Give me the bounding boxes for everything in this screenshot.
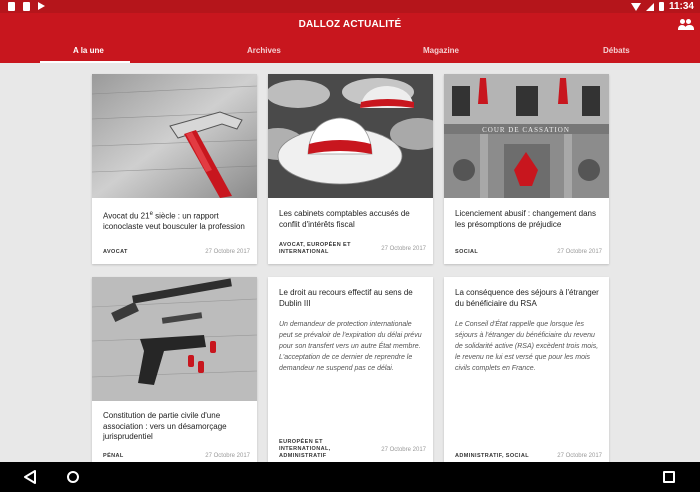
home-icon[interactable] [67, 471, 79, 483]
article-title[interactable]: Constitution de partie civile d'une asso… [103, 411, 251, 443]
back-icon[interactable] [23, 470, 37, 484]
article-title[interactable]: La conséquence des séjours à l'étranger … [455, 288, 603, 309]
article-tag[interactable]: PÉNAL [103, 453, 193, 460]
notification-icon [8, 2, 15, 11]
article-image-cour-de-cassation: COUR DE CASSATION [444, 74, 609, 198]
article-date: 27 Octobre 2017 [381, 246, 426, 252]
status-bar: 11:34 [0, 0, 700, 13]
article-image-gun [92, 277, 257, 401]
article-image-hats [268, 74, 433, 198]
play-store-icon [38, 2, 45, 10]
article-date: 27 Octobre 2017 [557, 249, 602, 255]
article-tag[interactable]: SOCIAL [455, 249, 545, 256]
article-card[interactable]: Les cabinets comptables accusés de confl… [268, 74, 433, 264]
battery-icon [658, 2, 664, 11]
wifi-icon [630, 2, 641, 11]
signal-icon [645, 2, 654, 11]
article-date: 27 Octobre 2017 [557, 453, 602, 459]
account-icon[interactable] [678, 17, 694, 31]
article-excerpt: Un demandeur de protection international… [279, 321, 422, 372]
system-nav-bar [0, 462, 700, 492]
tab-archives[interactable]: Archives [247, 46, 281, 55]
sim-icon [23, 2, 30, 11]
app-bar: DALLOZ ACTUALITÉ A la une Archives Magaz… [0, 13, 700, 63]
article-card[interactable]: Le droit au recours effectif au sens de … [268, 277, 433, 462]
article-card[interactable]: COUR DE CASSATION Licenciement abusif : … [444, 74, 609, 264]
article-title[interactable]: Avocat du 21e siècle : un rapport iconoc… [103, 209, 251, 233]
article-tag[interactable]: ADMINISTRATIF, SOCIAL [455, 453, 545, 460]
article-card[interactable]: Constitution de partie civile d'une asso… [92, 277, 257, 462]
recent-apps-icon[interactable] [663, 471, 675, 483]
tab-a-la-une[interactable]: A la une [73, 46, 104, 55]
article-date: 27 Octobre 2017 [205, 453, 250, 459]
status-time: 11:34 [668, 1, 694, 12]
article-title[interactable]: Les cabinets comptables accusés de confl… [279, 209, 427, 230]
building-inscription: COUR DE CASSATION [482, 126, 570, 134]
article-tag[interactable]: AVOCAT, EUROPÉEN ET INTERNATIONAL [279, 242, 369, 256]
article-card[interactable]: Avocat du 21e siècle : un rapport iconoc… [92, 74, 257, 264]
article-tag[interactable]: EUROPÉEN ET INTERNATIONAL, ADMINISTRATIF [279, 439, 359, 460]
article-card[interactable]: La conséquence des séjours à l'étranger … [444, 277, 609, 462]
tab-magazine[interactable]: Magazine [423, 46, 459, 55]
article-excerpt: Le Conseil d'État rappelle que lorsque l… [455, 321, 599, 372]
article-image-hammer [92, 74, 257, 198]
app-title: DALLOZ ACTUALITÉ [298, 19, 402, 30]
tab-bar: A la une Archives Magazine Débats [0, 44, 700, 63]
article-title[interactable]: Licenciement abusif : changement dans le… [455, 209, 603, 230]
article-date: 27 Octobre 2017 [381, 447, 426, 453]
article-tag[interactable]: AVOCAT [103, 249, 193, 256]
article-feed[interactable]: Avocat du 21e siècle : un rapport iconoc… [0, 63, 700, 462]
article-title[interactable]: Le droit au recours effectif au sens de … [279, 288, 427, 309]
article-date: 27 Octobre 2017 [205, 249, 250, 255]
tab-debats[interactable]: Débats [603, 46, 630, 55]
